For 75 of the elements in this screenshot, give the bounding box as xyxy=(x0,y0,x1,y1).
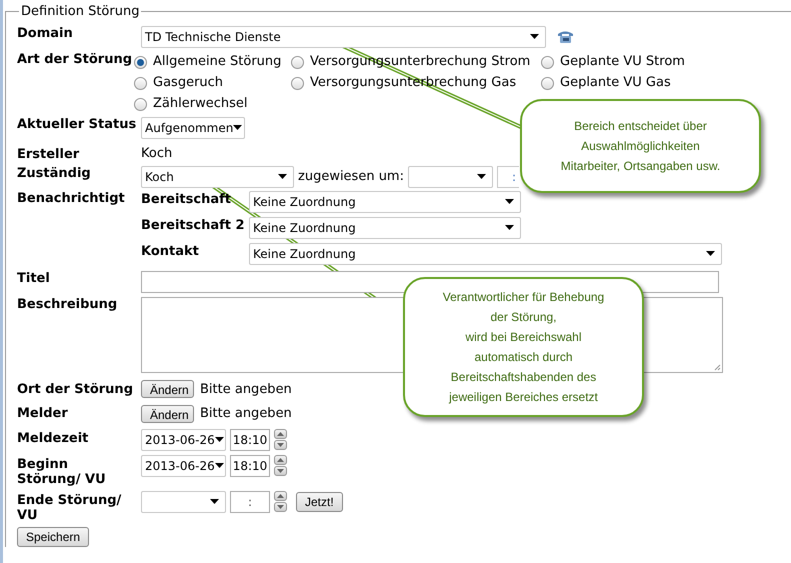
callout-text: Verantwortlicher für Behebung xyxy=(442,289,604,306)
radio-button[interactable] xyxy=(134,98,147,110)
radio-button[interactable] xyxy=(541,76,554,90)
radio-button[interactable] xyxy=(291,76,304,90)
field-label: Melder xyxy=(17,406,69,422)
caret-icon xyxy=(706,251,715,256)
creator-name: Koch xyxy=(141,146,172,162)
radio-button[interactable] xyxy=(541,56,554,68)
field-label: Aktueller Status xyxy=(17,116,138,132)
callout-text: jeweiligen Bereiches ersetzt xyxy=(449,389,598,406)
placeholder-value: Bitte angeben xyxy=(200,380,292,398)
caret-icon xyxy=(210,499,219,504)
field-label: Ort der Störung xyxy=(17,382,134,397)
field-label: Ende Störung/ VU xyxy=(17,492,122,522)
date-dropdown[interactable] xyxy=(408,166,493,188)
domain-dropdown[interactable]: TD Technische Dienste xyxy=(141,26,546,48)
callout-text: Mitarbeiter, Ortsangaben usw. xyxy=(560,158,720,175)
field-label: Bereitschaft xyxy=(141,192,232,206)
field-label: Meldezeit xyxy=(17,430,90,446)
time-spinner[interactable] xyxy=(274,429,287,450)
notify-dropdown[interactable]: Keine Zuordnung xyxy=(249,242,722,264)
placeholder-value: Bitte angeben xyxy=(200,405,292,423)
callout-text: Auswahlmöglichkeiten xyxy=(581,138,700,155)
phone-icon[interactable] xyxy=(557,28,574,44)
radio-label: Gasgeruch xyxy=(153,74,224,92)
radio-button[interactable] xyxy=(134,76,147,90)
callout-text: Bereitschaftshabenden des xyxy=(450,369,596,386)
fieldset-legend: Definition Störung xyxy=(19,2,142,22)
field-label: Art der Störung xyxy=(17,52,134,66)
time-spinner[interactable] xyxy=(274,455,287,476)
change-button[interactable]: Ändern xyxy=(141,404,194,423)
caret-icon xyxy=(278,174,287,179)
radio-button[interactable] xyxy=(134,56,147,68)
resize-grip-icon[interactable] xyxy=(714,364,721,370)
notify-dropdown[interactable]: Keine Zuordnung xyxy=(249,190,521,212)
assigned-at-label: zugewiesen um: xyxy=(298,168,404,186)
date-dropdown[interactable] xyxy=(141,490,226,512)
radio-label: Allgemeine Störung xyxy=(153,53,282,72)
field-label: Domain xyxy=(17,26,74,40)
assignee-dropdown[interactable]: Koch xyxy=(141,166,294,188)
field-label: Beschreibung xyxy=(17,296,118,312)
caret-icon xyxy=(214,437,224,442)
caret-icon xyxy=(505,199,514,204)
time-field[interactable]: : xyxy=(230,490,270,512)
now-button[interactable]: Jetzt! xyxy=(296,492,343,512)
time-spinner[interactable] xyxy=(274,491,287,512)
notify-dropdown[interactable]: Keine Zuordnung xyxy=(249,216,521,238)
field-label: Titel xyxy=(17,270,51,286)
caret-icon xyxy=(476,174,486,179)
date-dropdown[interactable]: 2013-06-26 xyxy=(141,428,226,450)
field-label: Benachrichtigt xyxy=(17,190,126,206)
callout-text: automatisch durch xyxy=(474,349,573,366)
field-label: Beginn Störung/ VU xyxy=(17,456,107,486)
time-field[interactable]: : xyxy=(496,166,519,188)
radio-label: Geplante VU Gas xyxy=(560,74,671,92)
caret-icon xyxy=(505,225,514,230)
caret-icon xyxy=(530,34,539,39)
field-label: Kontakt xyxy=(141,244,200,258)
change-button[interactable]: Ändern xyxy=(141,380,194,398)
date-dropdown[interactable]: 2013-06-26 xyxy=(141,454,226,476)
radio-button[interactable] xyxy=(291,56,304,68)
save-button[interactable]: Speichern xyxy=(17,526,90,546)
status-dropdown[interactable]: Aufgenommen xyxy=(141,116,245,138)
field-label: Bereitschaft 2 xyxy=(141,218,246,232)
field-label: Zuständig xyxy=(17,166,92,180)
radio-label: Geplante VU Strom xyxy=(560,53,685,72)
time-field[interactable]: 18:10 xyxy=(230,428,270,450)
field-label: Ersteller xyxy=(17,146,80,162)
callout-text: Bereich entscheidet über xyxy=(574,118,707,135)
caret-icon xyxy=(214,463,224,468)
callout-text: der Störung, xyxy=(490,309,557,326)
callout-text: wird bei Bereichswahl xyxy=(465,329,582,346)
time-field[interactable]: 18:10 xyxy=(230,454,270,476)
radio-label: Zählerwechsel xyxy=(153,95,248,114)
caret-icon xyxy=(233,125,242,130)
